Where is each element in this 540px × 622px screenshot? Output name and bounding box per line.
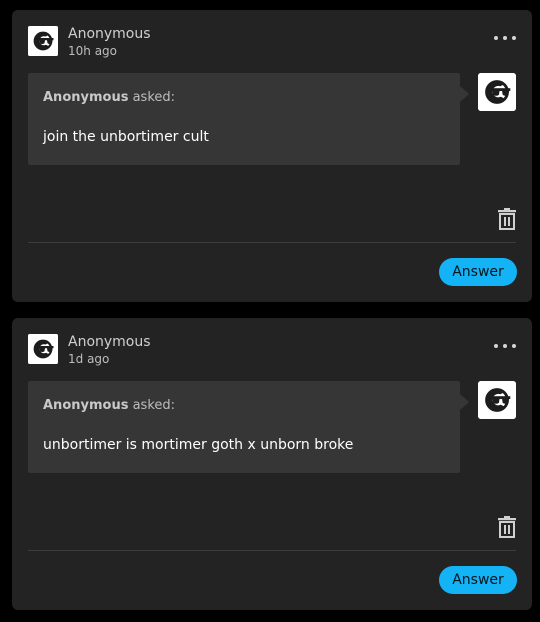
more-dot — [494, 344, 498, 348]
anonymous-avatar-icon — [28, 334, 58, 364]
question-bubble: Anonymous asked: unbortimer is mortimer … — [28, 381, 469, 473]
asker-name: Anonymous — [43, 90, 129, 105]
question-bubble: Anonymous asked: join the unbortimer cul… — [28, 73, 469, 165]
more-dot — [512, 344, 516, 348]
asker-avatar — [478, 381, 516, 419]
divider — [28, 242, 516, 243]
ask-card: Anonymous 1d ago Anonymous asked: unbort… — [12, 318, 532, 610]
timestamp: 1d ago — [68, 352, 110, 366]
avatar[interactable] — [28, 334, 58, 364]
avatar[interactable] — [28, 26, 58, 56]
answer-button[interactable]: Answer — [439, 566, 517, 594]
anonymous-avatar-icon — [478, 381, 516, 419]
asker-avatar — [478, 73, 516, 111]
more-options-button[interactable] — [494, 342, 516, 350]
answer-button[interactable]: Answer — [439, 258, 517, 286]
delete-button[interactable] — [498, 208, 516, 230]
delete-button[interactable] — [498, 516, 516, 538]
timestamp: 10h ago — [68, 44, 118, 58]
divider — [28, 550, 516, 551]
question-text: join the unbortimer cult — [43, 129, 209, 145]
trash-icon — [498, 208, 516, 230]
anonymous-avatar-icon — [28, 26, 58, 56]
username[interactable]: Anonymous — [68, 25, 151, 43]
more-dot — [503, 344, 507, 348]
more-dot — [494, 36, 498, 40]
anonymous-avatar-icon — [478, 73, 516, 111]
ask-card: Anonymous 10h ago Anonymous asked: join … — [12, 10, 532, 302]
question-text: unbortimer is mortimer goth x unborn bro… — [43, 437, 354, 453]
more-dot — [512, 36, 516, 40]
asker-name: Anonymous — [43, 398, 129, 413]
more-options-button[interactable] — [494, 34, 516, 42]
asked-label: asked: — [128, 90, 176, 105]
asker-line: Anonymous asked: — [43, 89, 175, 107]
username[interactable]: Anonymous — [68, 333, 151, 351]
asked-label: asked: — [128, 398, 176, 413]
asker-line: Anonymous asked: — [43, 397, 175, 415]
trash-icon — [498, 516, 516, 538]
more-dot — [503, 36, 507, 40]
